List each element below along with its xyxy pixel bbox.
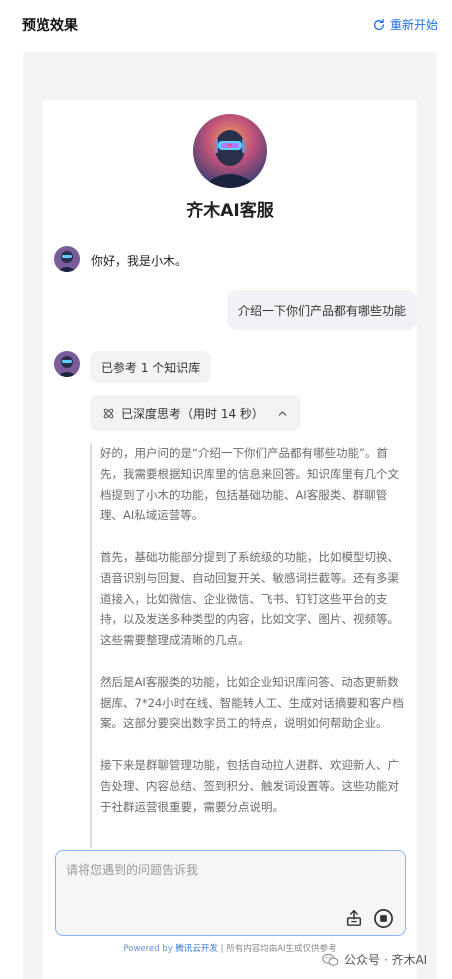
restart-button[interactable]: 重新开始 [372,16,438,33]
top-bar: 预览效果 重新开始 [0,0,452,52]
thought-paragraph: 好的，用户问的是“介绍一下你们产品都有哪些功能”。首先，我需要根据知识库里的信息… [100,446,399,523]
bot-avatar [54,351,80,377]
brand-link[interactable]: 腾讯云开发 [175,944,218,954]
knowledge-reference[interactable]: 已参考 1 个知识库 [90,351,212,383]
thought-paragraph: 首先，基础功能部分提到了系统级的功能，比如模型切换、语音识别与回复、自动回复开关… [100,549,399,648]
atom-icon [103,408,114,418]
footer-separator: | [217,944,227,954]
thinking-label: 已深度思考（用时 14 秒） [121,406,264,421]
stop-icon [373,908,393,928]
chevron-up-icon [278,410,287,416]
greeting-message: 你好，我是小木。 [91,254,188,268]
deep-thinking-toggle[interactable]: 已深度思考（用时 14 秒） [90,395,301,431]
preview-panel: 齐木AI客服 你好，我是小木。 介绍一下你们产品都有哪些功能 已参考 1 个知识… [23,52,437,979]
thought-paragraph: 接下来是群聊管理功能，包括自动拉人进群、欢迎新人、广告处理、内容总结、签到积分、… [100,757,399,814]
stop-button[interactable] [372,907,394,929]
bot-name: 齐木AI客服 [186,201,274,221]
user-message-bubble: 介绍一下你们产品都有哪些功能 [226,290,417,330]
powered-by-label: Powered by [123,944,173,954]
message-input[interactable] [66,861,396,901]
refresh-icon [373,18,385,30]
message-input-box [55,850,406,936]
watermark-text: 公众号 · 齐木AI [344,953,428,967]
upload-button[interactable] [343,907,365,929]
upload-icon [346,910,362,926]
bot-avatar-large [193,114,267,188]
bot-header: 齐木AI客服 [43,114,417,221]
bot-avatar [54,246,80,272]
thought-content: 好的，用户问的是“介绍一下你们产品都有哪些功能”。首先，我需要根据知识库里的信息… [90,443,408,848]
chat-card: 齐木AI客服 你好，我是小木。 介绍一下你们产品都有哪些功能 已参考 1 个知识… [43,100,417,979]
wechat-icon [322,953,339,966]
disclaimer: 所有内容均由AI生成仅供参考 [226,944,337,954]
thought-paragraph: 然后是AI客服类的功能，比如企业知识库问答、动态更新数据库、7*24小时在线、智… [100,674,404,731]
page-title: 预览效果 [22,18,78,34]
restart-label: 重新开始 [389,18,438,32]
watermark: 公众号 · 齐木AI [322,951,427,968]
